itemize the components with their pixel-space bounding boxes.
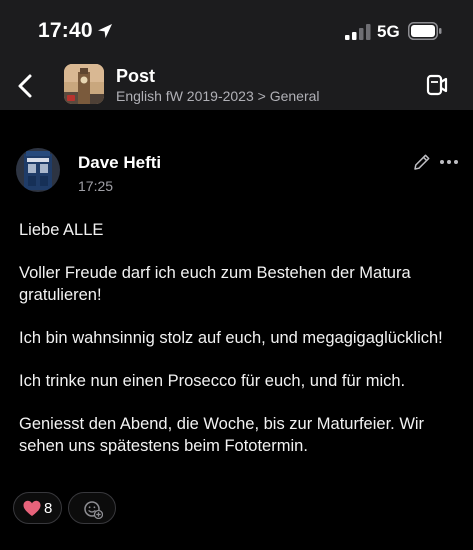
back-button[interactable]: [8, 68, 44, 104]
network-label: 5G: [377, 22, 400, 41]
phone-box-image-icon: [16, 148, 60, 192]
post-paragraph: Ich trinke nun einen Prosecco für euch, …: [19, 372, 406, 390]
pencil-icon[interactable]: [412, 152, 432, 172]
post-timestamp: 17:25: [78, 178, 114, 194]
page-title: Post: [116, 66, 156, 86]
post-paragraph: Voller Freude darf ich euch zum Bestehen…: [19, 264, 411, 304]
reaction-count: 8: [44, 500, 53, 517]
heart-icon: [23, 500, 41, 516]
status-bar: 17:40 5G: [0, 0, 473, 62]
add-reaction-button[interactable]: [68, 492, 116, 524]
location-arrow-icon: [98, 24, 112, 38]
post-paragraph: Geniesst den Abend, die Woche, bis zur M…: [19, 415, 425, 455]
post-body: Liebe ALLE Voller Freude darf ich euch z…: [19, 219, 464, 478]
avatar[interactable]: [16, 148, 60, 192]
post-paragraph: Liebe ALLE: [19, 221, 104, 239]
heart-reaction-button[interactable]: 8: [13, 492, 62, 524]
channel-avatar[interactable]: [64, 64, 104, 104]
big-ben-image-icon: [64, 64, 104, 104]
nav-bar: Post English fW 2019-2023 > General: [0, 62, 473, 110]
status-time: 17:40: [38, 19, 93, 42]
post-paragraph: Ich bin wahnsinnig stolz auf euch, und m…: [19, 329, 443, 347]
post-card: Dave Hefti 17:25 Liebe ALLE Voller Freud…: [0, 110, 473, 550]
breadcrumb[interactable]: English fW 2019-2023 > General: [116, 88, 320, 104]
signal-bars-icon: [345, 24, 371, 40]
add-reaction-icon: [84, 501, 103, 519]
more-icon[interactable]: [438, 152, 460, 172]
author-name[interactable]: Dave Hefti: [78, 153, 161, 173]
battery-icon: [408, 22, 442, 40]
video-call-icon[interactable]: [419, 68, 453, 102]
